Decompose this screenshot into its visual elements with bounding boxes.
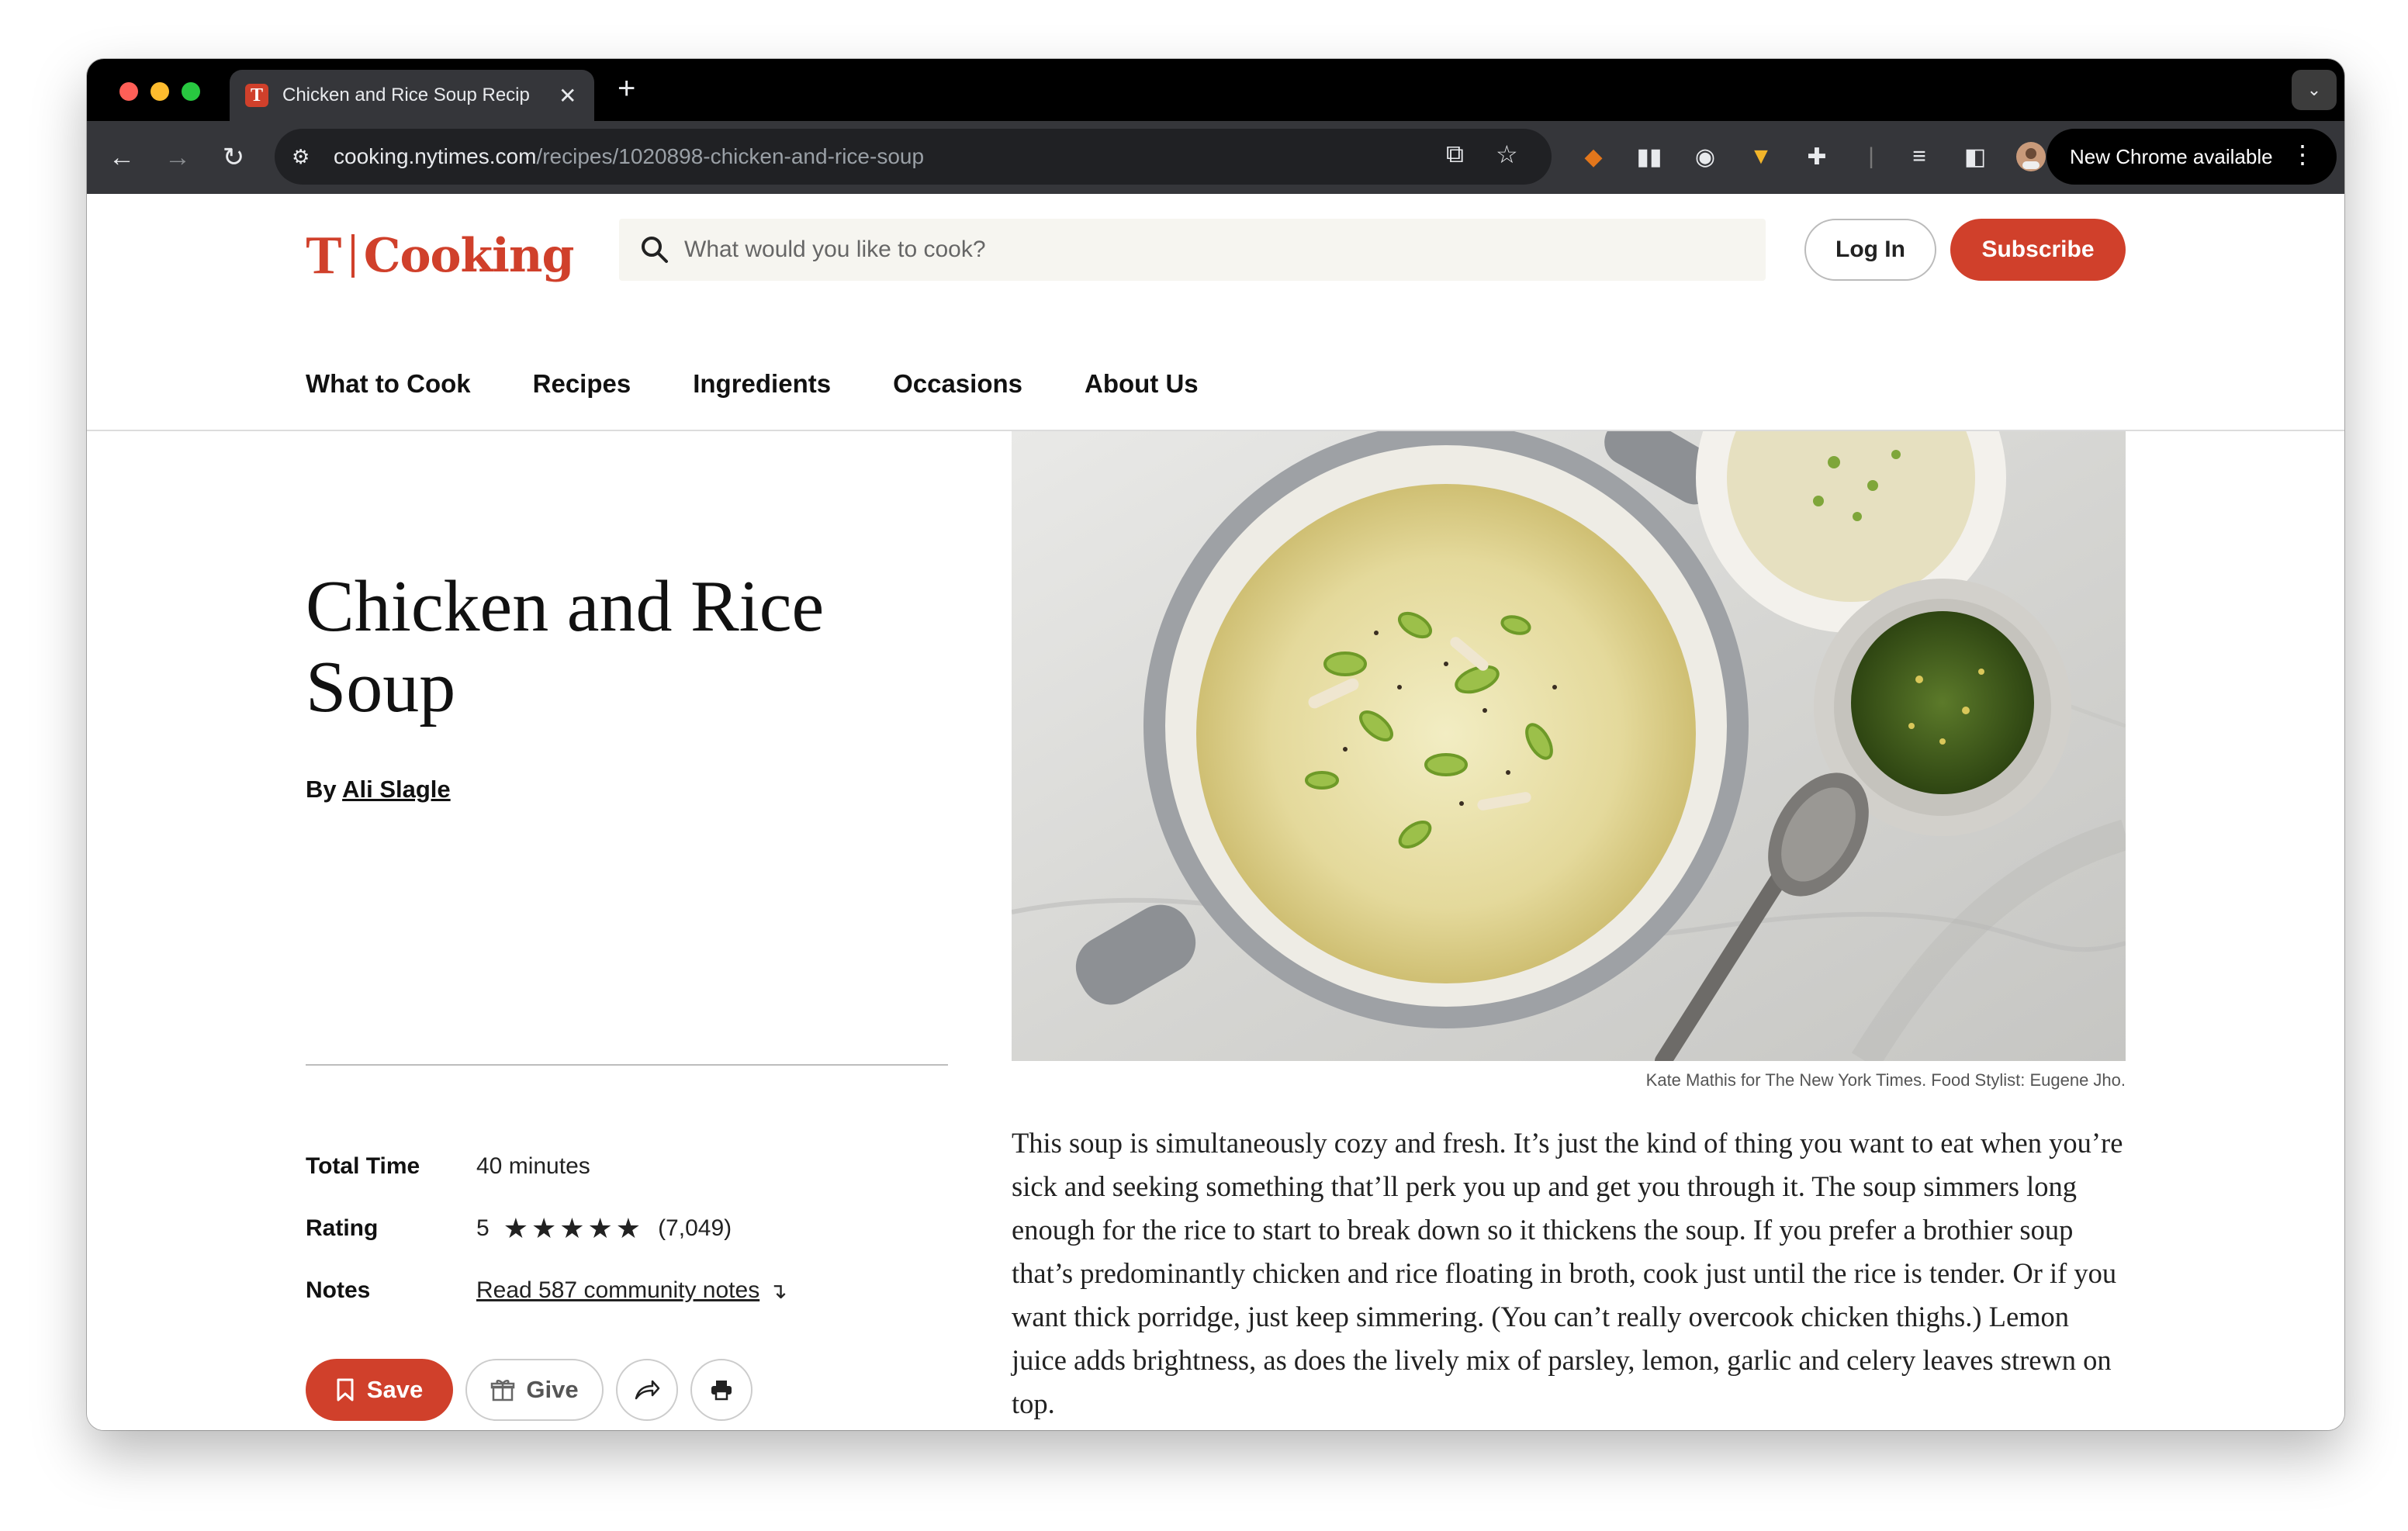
logo-wordmark: Cooking bbox=[363, 229, 575, 283]
side-panel-icon[interactable]: ◧ bbox=[1956, 138, 1994, 175]
notes-value: Read 587 community notes ↴ bbox=[476, 1277, 787, 1304]
search-icon bbox=[642, 237, 668, 263]
nyt-t-logo-icon: T bbox=[306, 226, 342, 285]
save-label: Save bbox=[366, 1376, 424, 1403]
nav-what-to-cook[interactable]: What to Cook bbox=[306, 369, 471, 399]
minimize-window-button[interactable] bbox=[150, 82, 169, 101]
media-queue-icon[interactable]: ≡ bbox=[1901, 138, 1938, 175]
more-menu-icon[interactable]: ⋮ bbox=[2290, 140, 2315, 169]
recipe-photo bbox=[1012, 431, 2126, 1061]
tab-title: Chicken and Rice Soup Recip bbox=[282, 85, 530, 105]
new-chrome-available-button[interactable]: New Chrome available ⋮ bbox=[2046, 129, 2337, 185]
print-icon bbox=[711, 1381, 732, 1401]
byline: By Ali Slagle bbox=[306, 776, 451, 804]
tab-search-icon[interactable]: ⌄ bbox=[2292, 70, 2337, 110]
tab-strip: T Chicken and Rice Soup Recip ✕ + ⌄ bbox=[87, 59, 2344, 121]
total-time-value: 40 minutes bbox=[476, 1153, 590, 1179]
recipe-meta: Total Time 40 minutes Rating 5 ★★★★★ (7,… bbox=[306, 1135, 787, 1322]
recipe-title: Chicken and Rice Soup bbox=[306, 566, 825, 727]
soup-photo-illustration bbox=[1012, 431, 2126, 1061]
site-settings-icon[interactable]: ⚙ bbox=[292, 145, 323, 169]
address-bar[interactable]: ⚙ cooking.nytimes.com/recipes/1020898-ch… bbox=[275, 129, 1552, 185]
rating-row: Rating 5 ★★★★★ (7,049) bbox=[306, 1197, 787, 1260]
logo-divider bbox=[351, 234, 355, 278]
camera-extension-icon[interactable]: ◉ bbox=[1687, 138, 1724, 175]
search-input[interactable] bbox=[684, 237, 1693, 263]
community-notes-link[interactable]: Read 587 community notes bbox=[476, 1277, 759, 1304]
rating-number: 5 bbox=[476, 1215, 490, 1241]
nav-about-us[interactable]: About Us bbox=[1085, 369, 1199, 399]
bookmark-icon bbox=[337, 1378, 354, 1401]
subscribe-button[interactable]: Subscribe bbox=[1950, 219, 2126, 281]
meta-divider bbox=[306, 1064, 948, 1066]
browser-toolbar: ← → ↻ ⚙ cooking.nytimes.com/recipes/1020… bbox=[87, 121, 2344, 194]
bookmark-star-icon[interactable]: ☆ bbox=[1496, 140, 1518, 169]
share-button[interactable] bbox=[616, 1359, 678, 1421]
back-icon[interactable]: ← bbox=[102, 138, 141, 177]
arrow-down-icon: ↴ bbox=[769, 1278, 787, 1303]
share-icon bbox=[635, 1380, 660, 1400]
tab-close-icon[interactable]: ✕ bbox=[559, 83, 576, 109]
new-tab-button[interactable]: + bbox=[618, 71, 635, 106]
give-label: Give bbox=[526, 1376, 579, 1403]
rating-stars-icon: ★★★★★ bbox=[503, 1212, 645, 1244]
author-link[interactable]: Ali Slagle bbox=[342, 776, 451, 803]
rating-count: (7,049) bbox=[658, 1215, 732, 1241]
url-text[interactable]: cooking.nytimes.com/recipes/1020898-chic… bbox=[334, 144, 924, 169]
recipe-actions: Save Give bbox=[306, 1359, 752, 1421]
metamask-extension-icon[interactable]: ◆ bbox=[1575, 138, 1612, 175]
rating-label: Rating bbox=[306, 1215, 379, 1241]
close-window-button[interactable] bbox=[119, 82, 138, 101]
gift-icon bbox=[491, 1380, 515, 1401]
nyt-cooking-logo[interactable]: T Cooking bbox=[306, 225, 575, 287]
recipe-search-box[interactable] bbox=[619, 219, 1766, 281]
byline-prefix: By bbox=[306, 776, 337, 803]
print-button[interactable] bbox=[690, 1359, 752, 1421]
window-controls bbox=[119, 82, 200, 101]
rating-value[interactable]: 5 ★★★★★ (7,049) bbox=[476, 1212, 732, 1245]
browser-window: T Chicken and Rice Soup Recip ✕ + ⌄ ← → … bbox=[87, 59, 2344, 1430]
recipe-description: This soup is simultaneously cozy and fre… bbox=[1012, 1127, 2123, 1419]
nyt-favicon-icon: T bbox=[245, 84, 268, 107]
save-button[interactable]: Save bbox=[306, 1359, 453, 1421]
total-time-label: Total Time bbox=[306, 1153, 420, 1179]
maximize-window-button[interactable] bbox=[182, 82, 200, 101]
browser-tab-active[interactable]: T Chicken and Rice Soup Recip ✕ bbox=[230, 70, 594, 121]
reload-icon[interactable]: ↻ bbox=[214, 138, 253, 177]
notes-label: Notes bbox=[306, 1277, 371, 1303]
reader-extension-icon[interactable]: ▮▮ bbox=[1631, 138, 1668, 175]
profile-avatar[interactable] bbox=[2012, 138, 2050, 175]
nav-occasions[interactable]: Occasions bbox=[893, 369, 1022, 399]
update-label: New Chrome available bbox=[2070, 144, 2273, 168]
nav-recipes[interactable]: Recipes bbox=[533, 369, 631, 399]
photo-caption: Kate Mathis for The New York Times. Food… bbox=[1645, 1070, 2126, 1090]
install-app-icon[interactable]: ⧉ bbox=[1446, 140, 1464, 169]
nav-ingredients[interactable]: Ingredients bbox=[693, 369, 831, 399]
notes-row: Notes Read 587 community notes ↴ bbox=[306, 1260, 787, 1322]
extensions-puzzle-icon[interactable]: ✚ bbox=[1798, 138, 1835, 175]
page-content: T Cooking Log In Subscribe What to Cook … bbox=[87, 194, 2344, 1430]
main-nav: What to Cook Recipes Ingredients Occasio… bbox=[306, 369, 1261, 399]
log-in-button[interactable]: Log In bbox=[1804, 219, 1936, 281]
highlighter-extension-icon[interactable]: ▼ bbox=[1742, 138, 1780, 175]
toolbar-divider: | bbox=[1868, 143, 1874, 169]
total-time-row: Total Time 40 minutes bbox=[306, 1135, 787, 1197]
forward-icon[interactable]: → bbox=[158, 138, 197, 177]
give-button[interactable]: Give bbox=[465, 1359, 604, 1421]
